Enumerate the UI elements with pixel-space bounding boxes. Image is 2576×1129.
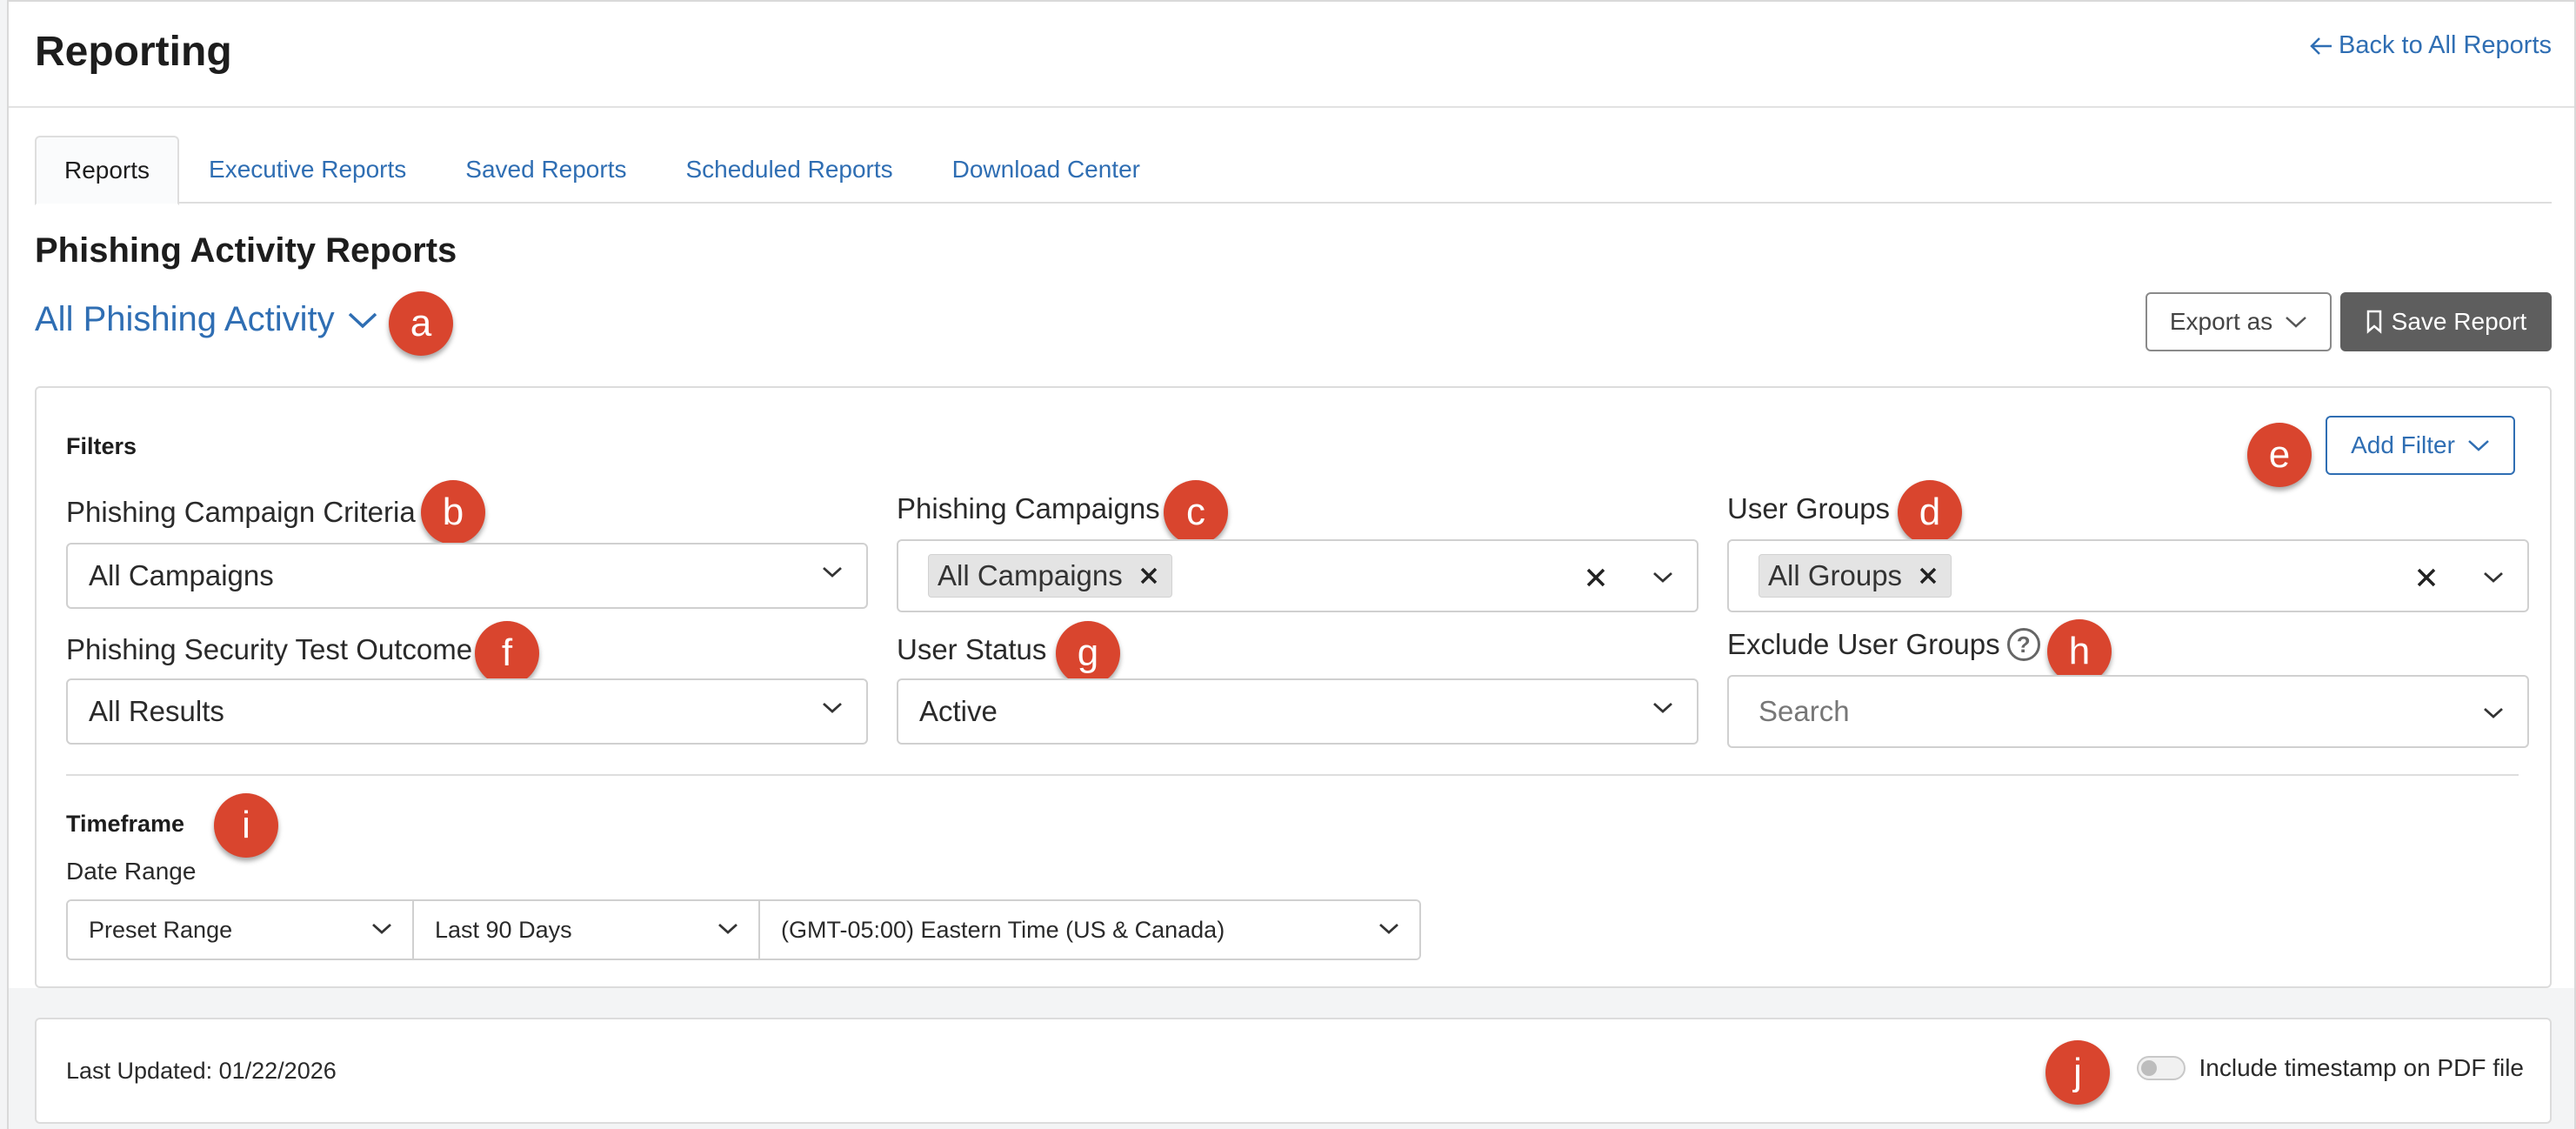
add-filter-button[interactable]: Add Filter <box>2326 416 2515 475</box>
back-to-all-reports-link[interactable]: Back to All Reports <box>2309 31 2552 60</box>
chevron-down-icon <box>372 923 391 934</box>
user-status-select[interactable]: Active <box>897 678 1698 745</box>
chevron-down-icon <box>718 923 737 934</box>
phishing-campaigns-multiselect[interactable]: All Campaigns <box>897 539 1698 612</box>
chevron-down-icon <box>2484 571 2503 583</box>
tab-executive-reports[interactable]: Executive Reports <box>179 136 436 204</box>
annotation-badge-h: h <box>2047 619 2112 684</box>
report-tabs: Reports Executive Reports Saved Reports … <box>35 136 2552 205</box>
range-type-value: Preset Range <box>89 916 233 943</box>
timestamp-toggle[interactable] <box>2136 1056 2186 1080</box>
phishing-campaigns-label: Phishing Campaigns <box>897 492 1160 524</box>
campaign-criteria-value: All Campaigns <box>89 559 274 591</box>
timezone-value: (GMT-05:00) Eastern Time (US & Canada) <box>781 916 1225 943</box>
section-title: Phishing Activity Reports <box>35 231 457 270</box>
annotation-badge-c: c <box>1164 480 1228 544</box>
chevron-down-icon <box>2484 707 2503 718</box>
annotation-badge-g: g <box>1056 621 1120 685</box>
remove-chip-icon[interactable] <box>1918 565 1939 586</box>
arrow-left-icon <box>2310 37 2332 55</box>
save-report-button[interactable]: Save Report <box>2340 292 2552 351</box>
tab-scheduled-reports[interactable]: Scheduled Reports <box>656 136 922 204</box>
test-outcome-value: All Results <box>89 695 224 727</box>
back-link-label: Back to All Reports <box>2339 31 2552 59</box>
chevron-down-icon <box>1379 923 1398 934</box>
toggle-knob <box>2140 1060 2157 1076</box>
chevron-down-icon <box>2468 440 2489 451</box>
clear-selection-icon[interactable] <box>2416 567 2437 588</box>
exclude-user-groups-label-row: Exclude User Groups ? <box>1727 628 2040 661</box>
annotation-badge-a: a <box>389 291 453 356</box>
timezone-select[interactable]: (GMT-05:00) Eastern Time (US & Canada) <box>760 901 1419 959</box>
annotation-badge-j: j <box>2045 1040 2110 1105</box>
test-outcome-select[interactable]: All Results <box>66 678 868 745</box>
timestamp-toggle-label: Include timestamp on PDF file <box>2199 1054 2525 1081</box>
page-header: Reporting Back to All Reports <box>9 0 2574 108</box>
export-as-label: Export as <box>2169 308 2273 335</box>
tab-download-center[interactable]: Download Center <box>923 136 1170 204</box>
campaign-criteria-label: Phishing Campaign Criteria <box>66 496 416 528</box>
filters-divider <box>66 774 2519 776</box>
report-type-dropdown[interactable]: All Phishing Activity <box>35 300 378 339</box>
bookmark-icon <box>2366 310 2381 334</box>
user-status-label: User Status <box>897 633 1047 665</box>
exclude-user-groups-select[interactable]: Search <box>1727 675 2529 748</box>
timeframe-heading: Timeframe <box>66 811 185 837</box>
test-outcome-label: Phishing Security Test Outcome <box>66 633 473 665</box>
filters-panel: Filters e Add Filter Phishing Campaign C… <box>35 386 2552 988</box>
remove-chip-icon[interactable] <box>1138 565 1159 586</box>
chevron-down-icon <box>823 702 842 713</box>
tab-reports[interactable]: Reports <box>35 136 180 205</box>
date-range-controls: Preset Range Last 90 Days (GMT-05:00) Ea… <box>66 899 1421 960</box>
tab-saved-reports[interactable]: Saved Reports <box>436 136 656 204</box>
filters-heading: Filters <box>66 433 137 459</box>
chevron-down-icon <box>1653 702 1672 713</box>
save-report-label: Save Report <box>2391 308 2527 335</box>
page-title: Reporting <box>35 29 232 75</box>
export-as-button[interactable]: Export as <box>2146 292 2332 351</box>
user-groups-label: User Groups <box>1727 492 1891 524</box>
report-type-label: All Phishing Activity <box>35 300 335 338</box>
add-filter-label: Add Filter <box>2351 431 2455 458</box>
annotation-badge-f: f <box>475 621 539 685</box>
annotation-badge-b: b <box>421 480 485 544</box>
app-shell: Reporting Back to All Reports Reports Ex… <box>7 0 2576 1129</box>
range-value: Last 90 Days <box>435 916 572 943</box>
exclude-user-groups-label: Exclude User Groups <box>1727 628 2000 660</box>
report-footer-panel: Last Updated: 01/22/2026 j Include times… <box>35 1018 2552 1124</box>
range-type-select[interactable]: Preset Range <box>68 901 414 959</box>
campaign-criteria-select[interactable]: All Campaigns <box>66 543 868 609</box>
group-chip-label: All Groups <box>1768 559 1903 591</box>
range-value-select[interactable]: Last 90 Days <box>414 901 760 959</box>
chevron-down-icon <box>348 312 377 328</box>
chevron-down-icon <box>2286 317 2306 328</box>
annotation-badge-d: d <box>1898 480 1962 544</box>
clear-selection-icon[interactable] <box>1585 567 1606 588</box>
annotation-badge-e: e <box>2247 423 2312 487</box>
group-chip: All Groups <box>1758 554 1952 598</box>
chevron-down-icon <box>823 566 842 578</box>
exclude-groups-placeholder: Search <box>1758 695 1850 727</box>
timestamp-toggle-row: Include timestamp on PDF file <box>2136 1054 2525 1082</box>
chevron-down-icon <box>1653 571 1672 583</box>
last-updated-text: Last Updated: 01/22/2026 <box>66 1058 337 1084</box>
date-range-label: Date Range <box>66 858 197 885</box>
campaign-chip-label: All Campaigns <box>938 559 1123 591</box>
help-icon[interactable]: ? <box>2006 628 2040 661</box>
campaign-chip: All Campaigns <box>928 554 1172 598</box>
user-status-value: Active <box>919 695 998 727</box>
user-groups-multiselect[interactable]: All Groups <box>1727 539 2529 612</box>
annotation-badge-i: i <box>214 793 278 858</box>
